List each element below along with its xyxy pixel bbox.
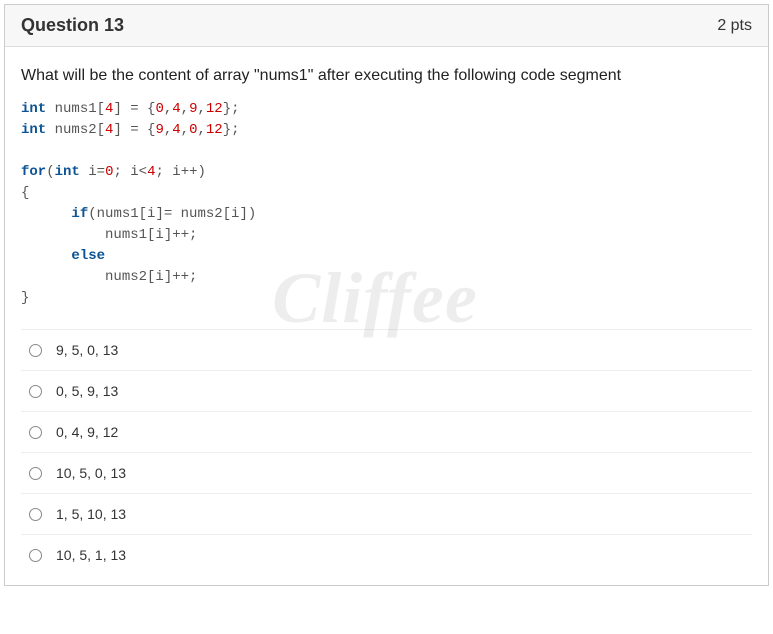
code-block: int nums1[4] = {0,4,9,12}; int nums2[4] … [21, 99, 752, 309]
question-header: Question 13 2 pts [5, 5, 768, 47]
answer-option[interactable]: 10, 5, 1, 13 [21, 535, 752, 575]
answer-options: 9, 5, 0, 13 0, 5, 9, 13 0, 4, 9, 12 10, … [21, 329, 752, 575]
option-label: 0, 5, 9, 13 [56, 383, 118, 399]
radio-icon[interactable] [29, 426, 42, 439]
question-prompt: What will be the content of array "nums1… [21, 67, 752, 85]
question-card: Question 13 2 pts Cliffee What will be t… [4, 4, 769, 586]
answer-option[interactable]: 1, 5, 10, 13 [21, 494, 752, 535]
option-label: 0, 4, 9, 12 [56, 424, 118, 440]
answer-option[interactable]: 9, 5, 0, 13 [21, 330, 752, 371]
question-points: 2 pts [717, 17, 752, 35]
radio-icon[interactable] [29, 385, 42, 398]
answer-option[interactable]: 10, 5, 0, 13 [21, 453, 752, 494]
radio-icon[interactable] [29, 508, 42, 521]
answer-option[interactable]: 0, 5, 9, 13 [21, 371, 752, 412]
option-label: 10, 5, 1, 13 [56, 547, 126, 563]
radio-icon[interactable] [29, 549, 42, 562]
question-body: Cliffee What will be the content of arra… [5, 47, 768, 585]
option-label: 10, 5, 0, 13 [56, 465, 126, 481]
option-label: 1, 5, 10, 13 [56, 506, 126, 522]
question-title: Question 13 [21, 15, 124, 36]
answer-option[interactable]: 0, 4, 9, 12 [21, 412, 752, 453]
radio-icon[interactable] [29, 467, 42, 480]
option-label: 9, 5, 0, 13 [56, 342, 118, 358]
radio-icon[interactable] [29, 344, 42, 357]
